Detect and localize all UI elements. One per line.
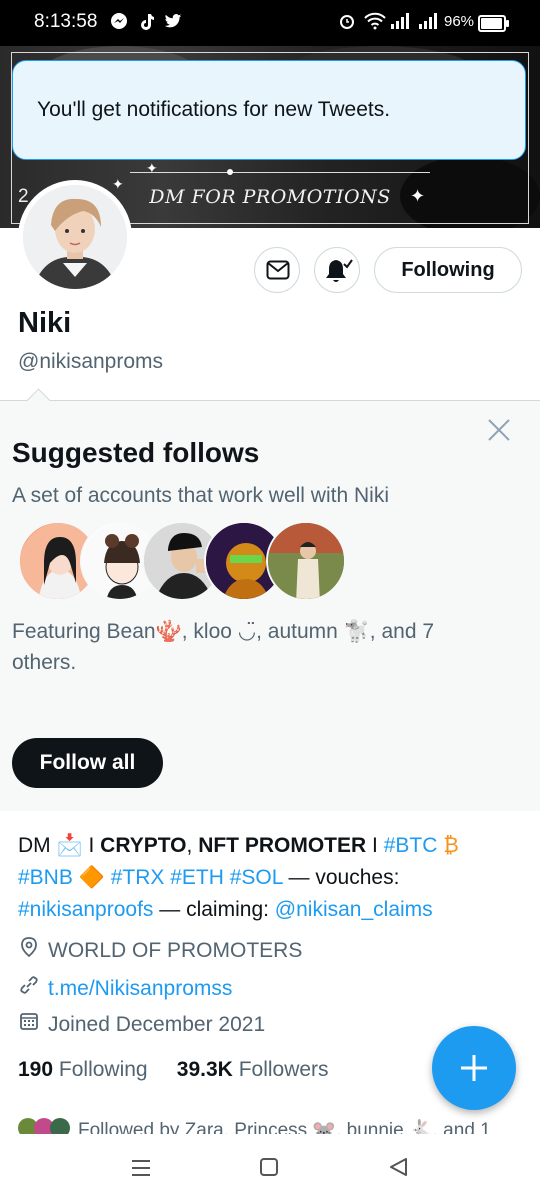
follow-counts: 190 Following 39.3K Followers	[18, 1058, 329, 1082]
hashtag-link[interactable]: #nikisanproofs	[18, 898, 153, 921]
profile-name: Niki	[18, 307, 72, 339]
wifi-icon	[364, 12, 386, 35]
followed-by-avatars	[18, 1118, 78, 1134]
avatar-image	[23, 185, 127, 289]
message-button[interactable]	[254, 247, 300, 293]
star-icon: ✦	[146, 160, 158, 176]
banner-divider	[130, 172, 430, 173]
followed-by[interactable]: Followed by Zara, Princess 🐭, bunnie 🐇, …	[18, 1118, 518, 1134]
location-icon	[18, 937, 40, 963]
suggested-featuring-text: Featuring Bean🪸, kloo ◡̈, autumn 🐩, and …	[12, 620, 435, 674]
battery-icon	[478, 15, 509, 32]
avatar	[266, 521, 346, 601]
suggested-avatars[interactable]	[18, 521, 346, 603]
bio-text: I	[366, 834, 384, 857]
bitcoin-icon: ₿	[437, 834, 459, 857]
followers-number: 39.3K	[176, 1058, 233, 1081]
link-icon	[18, 975, 40, 1001]
hashtag-link[interactable]: #ETH	[170, 866, 224, 889]
hashtag-link[interactable]: #BNB	[18, 866, 73, 889]
toast-message: You'll get notifications for new Tweets.	[37, 98, 391, 121]
follow-all-button[interactable]: Follow all	[12, 738, 163, 788]
calendar-icon	[18, 1011, 40, 1037]
status-bar: 8:13:58 96%	[0, 0, 540, 46]
home-icon[interactable]	[259, 1157, 279, 1177]
following-count[interactable]: 190 Following	[18, 1058, 148, 1081]
mention-link[interactable]: @nikisan_claims	[275, 898, 433, 921]
profile-location: WORLD OF PROMOTERS	[18, 937, 302, 963]
hashtag-link[interactable]: #TRX	[111, 866, 165, 889]
bio-text: DM 📩 I	[18, 834, 101, 857]
status-time: 8:13:58	[34, 11, 98, 32]
alarm-icon	[338, 12, 356, 35]
bell-check-icon	[326, 259, 353, 282]
notification-toast: You'll get notifications for new Tweets.	[12, 60, 526, 160]
bio-text: ,	[186, 834, 199, 857]
mail-icon	[266, 260, 290, 280]
notifications-button[interactable]	[314, 247, 360, 293]
back-icon[interactable]	[388, 1157, 408, 1177]
followers-count[interactable]: 39.3K Followers	[177, 1058, 329, 1081]
followers-label: Followers	[238, 1058, 329, 1081]
close-icon[interactable]	[487, 418, 511, 442]
bio-text: NFT PROMOTER	[198, 834, 367, 857]
android-nav-bar	[0, 1136, 540, 1200]
banner-dot	[227, 169, 233, 175]
bio-text: — claiming:	[153, 898, 275, 921]
profile-joined: Joined December 2021	[18, 1011, 265, 1037]
plus-icon	[461, 1055, 487, 1081]
suggested-subtitle: A set of accounts that work well with Ni…	[12, 484, 389, 507]
hashtag-link[interactable]: #BTC	[384, 834, 438, 857]
bio-text: CRYPTO	[100, 834, 187, 857]
recents-icon[interactable]	[130, 1158, 152, 1178]
avatar[interactable]	[18, 180, 132, 294]
bnb-icon: 🔶	[72, 866, 111, 889]
following-number: 190	[18, 1058, 54, 1081]
battery-percent: 96%	[444, 13, 475, 30]
signal-icon	[390, 12, 410, 35]
following-label: Following	[58, 1058, 148, 1081]
hashtag-link[interactable]: #SOL	[230, 866, 283, 889]
profile-url[interactable]: t.me/Nikisanpromss	[18, 975, 232, 1001]
following-button[interactable]: Following	[374, 247, 522, 293]
bio-text: — vouches:	[288, 866, 400, 889]
panel-caret	[26, 388, 51, 413]
suggested-follows-panel: Suggested follows A set of accounts that…	[0, 388, 540, 811]
location-text: WORLD OF PROMOTERS	[48, 939, 303, 962]
profile-handle: @nikisanproms	[18, 350, 164, 373]
suggested-title: Suggested follows	[12, 437, 260, 468]
twitter-icon	[164, 12, 182, 35]
compose-tweet-button[interactable]	[432, 1026, 516, 1110]
joined-text: Joined December 2021	[48, 1013, 266, 1036]
signal-icon	[418, 12, 438, 35]
tiktok-icon	[138, 12, 156, 35]
followed-by-text: Followed by Zara, Princess 🐭, bunnie 🐇, …	[78, 1120, 491, 1134]
messenger-icon	[110, 12, 128, 35]
url-link[interactable]: t.me/Nikisanpromss	[48, 977, 232, 1000]
profile-bio: DM 📩 I CRYPTO, NFT PROMOTER I #BTC ₿ #BN…	[18, 830, 518, 926]
